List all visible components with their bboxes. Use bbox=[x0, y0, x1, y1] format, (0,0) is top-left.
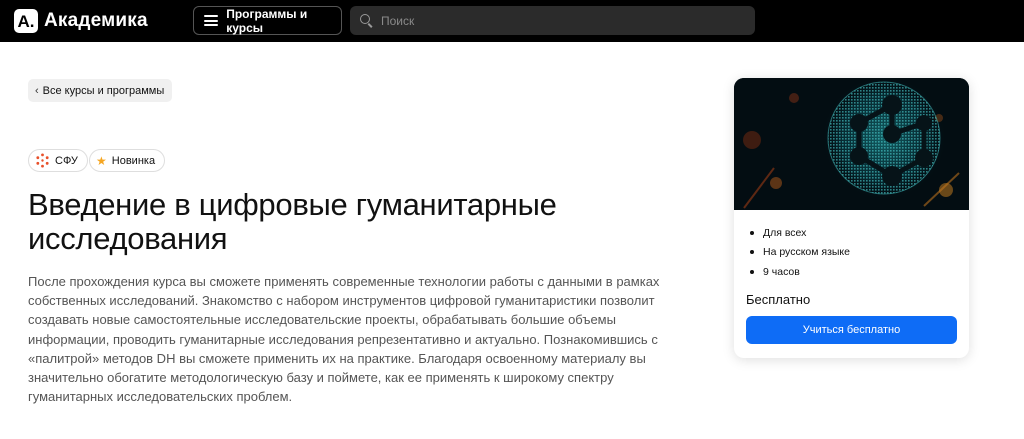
bullet-icon bbox=[750, 269, 754, 274]
star-icon: ★ bbox=[96, 153, 107, 168]
course-info-card: Для всех На русском языке 9 часов Беспла… bbox=[734, 78, 969, 358]
search-input[interactable] bbox=[381, 13, 741, 28]
course-description: После прохождения курса вы сможете приме… bbox=[28, 274, 660, 405]
enroll-free-button[interactable]: Учиться бесплатно bbox=[746, 316, 957, 344]
network-graphic-icon bbox=[734, 78, 969, 210]
search-icon bbox=[360, 14, 373, 27]
top-navigation-bar: A. Академика Программы и курсы bbox=[0, 0, 1024, 42]
back-link-label: Все курсы и программы bbox=[42, 84, 165, 97]
logo[interactable]: A. Академика bbox=[14, 8, 148, 34]
menu-icon bbox=[204, 15, 219, 26]
course-price: Бесплатно bbox=[746, 292, 811, 307]
programs-menu-label: Программы и курсы bbox=[226, 6, 308, 35]
chevron-left-icon: ‹ bbox=[35, 84, 39, 97]
course-features-list: Для всех На русском языке 9 часов bbox=[750, 223, 850, 282]
course-cover-image bbox=[734, 78, 969, 210]
logo-text: Академика bbox=[44, 10, 148, 31]
university-badge-label: СФУ bbox=[55, 154, 78, 167]
course-title: Введение в цифровые гуманитарные исследо… bbox=[28, 187, 557, 256]
bullet-icon bbox=[750, 230, 754, 235]
university-badge[interactable]: СФУ bbox=[28, 149, 88, 172]
back-to-courses-link[interactable]: ‹ Все курсы и программы bbox=[28, 79, 173, 102]
logo-mark-icon: A. bbox=[14, 9, 38, 33]
new-badge: ★ Новинка bbox=[89, 149, 166, 172]
list-item: На русском языке bbox=[750, 243, 850, 263]
list-item: 9 часов bbox=[750, 262, 850, 282]
new-badge-label: Новинка bbox=[111, 154, 156, 167]
programs-menu-button[interactable]: Программы и курсы bbox=[193, 6, 342, 35]
list-item: Для всех bbox=[750, 223, 850, 243]
sfu-logo-icon bbox=[36, 153, 49, 168]
bullet-icon bbox=[750, 250, 754, 255]
search-bar[interactable] bbox=[350, 6, 755, 35]
